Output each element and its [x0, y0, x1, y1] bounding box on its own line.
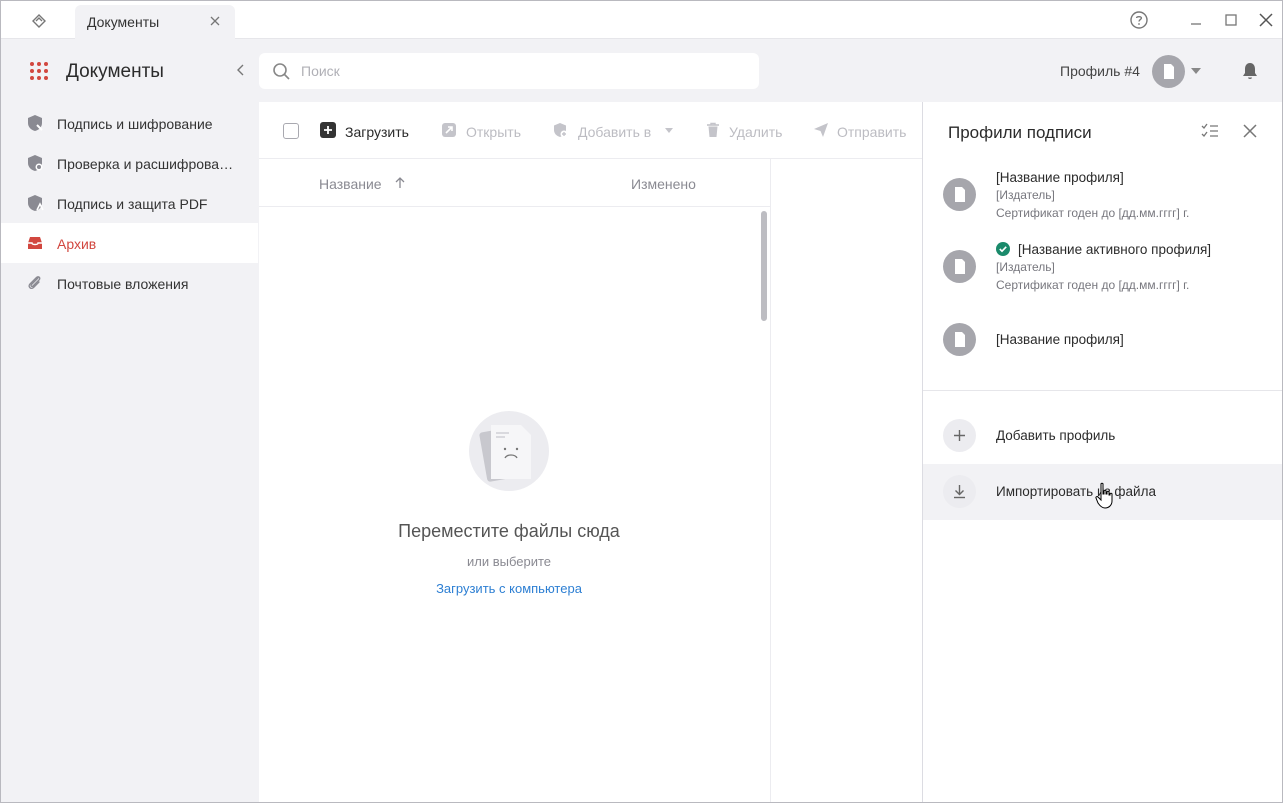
- scrollbar-thumb[interactable]: [761, 211, 767, 321]
- apps-grid-icon[interactable]: [29, 61, 49, 81]
- profile-avatar: [943, 178, 976, 211]
- download-icon: [954, 485, 965, 499]
- profile-avatar: [943, 323, 976, 356]
- sidebar-item-label: Подпись и защита PDF: [57, 196, 208, 212]
- bell-icon[interactable]: [1240, 61, 1260, 81]
- profile-issuer: [Издатель]: [996, 260, 1055, 274]
- send-button[interactable]: Отправить: [813, 102, 918, 159]
- page-title: Документы: [66, 61, 164, 82]
- upload-button[interactable]: Загрузить: [320, 102, 420, 159]
- toolbar: Загрузить Открыть Добавить в Удалить Отп…: [259, 102, 922, 159]
- document-icon: [955, 332, 965, 347]
- shield-add-icon: [554, 123, 568, 138]
- send-label: Отправить: [837, 124, 907, 140]
- open-button[interactable]: Открыть: [441, 102, 531, 159]
- sidebar-item-mail-attachments[interactable]: Почтовые вложения: [1, 263, 258, 303]
- add-to-button[interactable]: Добавить в: [552, 102, 677, 159]
- checklist-icon[interactable]: [1201, 123, 1219, 139]
- help-circle-icon[interactable]: [1129, 10, 1149, 30]
- column-modified[interactable]: Изменено: [631, 176, 696, 192]
- sort-arrow-up-icon[interactable]: [393, 176, 407, 190]
- app-window: Документы Документы Поиск Профиль #4 Под…: [0, 0, 1283, 803]
- plus-square-icon: [320, 122, 336, 138]
- plus-icon: [954, 430, 965, 441]
- add-profile-label: Добавить профиль: [996, 428, 1116, 443]
- active-check-icon: [996, 242, 1010, 256]
- chevron-down-icon: [665, 128, 673, 133]
- empty-title: Переместите файлы сюда: [398, 521, 620, 541]
- archive-icon: [28, 237, 42, 249]
- divider: [923, 390, 1282, 391]
- delete-button[interactable]: Удалить: [705, 102, 795, 159]
- shield-check-icon: [28, 155, 43, 171]
- download-circle: [943, 475, 976, 508]
- window-close-icon[interactable]: [1256, 10, 1276, 30]
- sidebar-item-sign-encrypt[interactable]: Подпись и шифрование: [1, 103, 258, 143]
- profile-issuer: [Издатель]: [996, 188, 1055, 202]
- signature-profiles-panel: Профили подписи [Название профиля] [Изда…: [922, 102, 1282, 802]
- profile-item[interactable]: [Название профиля]: [923, 318, 1282, 360]
- plus-circle: [943, 419, 976, 452]
- empty-state: Переместите файлы сюда или выберите Загр…: [259, 409, 759, 609]
- profile-cert-validity: Сертификат годен до [дд.мм.гггг] г.: [996, 278, 1190, 292]
- upload-from-computer-link[interactable]: Загрузить с компьютера: [259, 581, 759, 596]
- add-profile-button[interactable]: Добавить профиль: [923, 408, 1282, 464]
- profile-cert-validity: Сертификат годен до [дд.мм.гггг] г.: [996, 206, 1190, 220]
- add-to-label: Добавить в: [578, 124, 652, 140]
- sidebar-item-sign-pdf[interactable]: Подпись и защита PDF: [1, 183, 258, 223]
- shield-sign-icon: [28, 115, 43, 131]
- tab-label: Документы: [87, 14, 160, 30]
- profile-item[interactable]: [Название профиля] [Издатель] Сертификат…: [923, 162, 1282, 228]
- document-icon: [955, 259, 965, 274]
- import-from-file-label: Импортировать из файла: [996, 484, 1156, 499]
- trash-icon: [707, 122, 719, 137]
- empty-subtitle: или выберите: [466, 554, 552, 569]
- shield-pdf-icon: [28, 195, 44, 211]
- upload-label: Загрузить: [345, 124, 409, 140]
- paperclip-icon: [28, 276, 41, 290]
- chevron-left-icon[interactable]: [233, 62, 249, 78]
- profile-label[interactable]: Профиль #4: [1060, 63, 1140, 79]
- sidebar-item-label: Архив: [57, 236, 97, 252]
- sidebar-item-archive[interactable]: Архив: [1, 223, 258, 263]
- title-bar: Документы: [1, 1, 1282, 39]
- sidebar-item-label: Проверка и расшифрован...: [57, 156, 237, 172]
- sidebar-item-label: Почтовые вложения: [57, 276, 189, 292]
- search-box: [259, 53, 759, 89]
- profile-name: [Название активного профиля]: [1018, 242, 1212, 257]
- profile-item-active[interactable]: [Название активного профиля] [Издатель] …: [923, 234, 1282, 300]
- paper-plane-icon: [814, 123, 828, 137]
- open-label: Открыть: [466, 124, 521, 140]
- minimize-icon[interactable]: [1186, 10, 1206, 30]
- app-logo-icon: [32, 14, 46, 28]
- panel-title: Профили подписи: [948, 123, 1092, 142]
- search-icon: [273, 63, 290, 80]
- hand-cursor-icon: [1095, 482, 1113, 509]
- sidebar-item-label: Подпись и шифрование: [57, 116, 213, 132]
- sad-document-icon: [469, 411, 549, 491]
- chevron-down-icon[interactable]: [1190, 67, 1202, 75]
- file-list: Название Изменено Переместите файлы сюда…: [259, 159, 771, 802]
- profile-avatar[interactable]: [1152, 55, 1185, 88]
- profile-name: [Название профиля]: [996, 170, 1124, 185]
- documents-main: Загрузить Открыть Добавить в Удалить Отп…: [259, 102, 922, 802]
- tab-documents[interactable]: Документы: [75, 5, 235, 39]
- open-external-icon: [442, 123, 456, 137]
- profile-avatar: [943, 250, 976, 283]
- close-icon[interactable]: [1241, 122, 1259, 140]
- close-tab-icon[interactable]: [207, 13, 223, 29]
- maximize-icon[interactable]: [1221, 10, 1241, 30]
- delete-label: Удалить: [729, 124, 783, 140]
- sidebar: Подпись и шифрование Проверка и расшифро…: [1, 102, 258, 802]
- list-header: Название Изменено: [259, 159, 770, 207]
- document-icon: [1164, 64, 1174, 79]
- search-input[interactable]: [301, 53, 741, 89]
- document-icon: [955, 187, 965, 202]
- app-header: Документы Профиль #4: [1, 39, 1282, 102]
- sidebar-item-verify-decrypt[interactable]: Проверка и расшифрован...: [1, 143, 258, 183]
- select-all-checkbox[interactable]: [283, 123, 299, 139]
- column-name[interactable]: Название: [319, 176, 382, 192]
- profile-name: [Название профиля]: [996, 332, 1124, 347]
